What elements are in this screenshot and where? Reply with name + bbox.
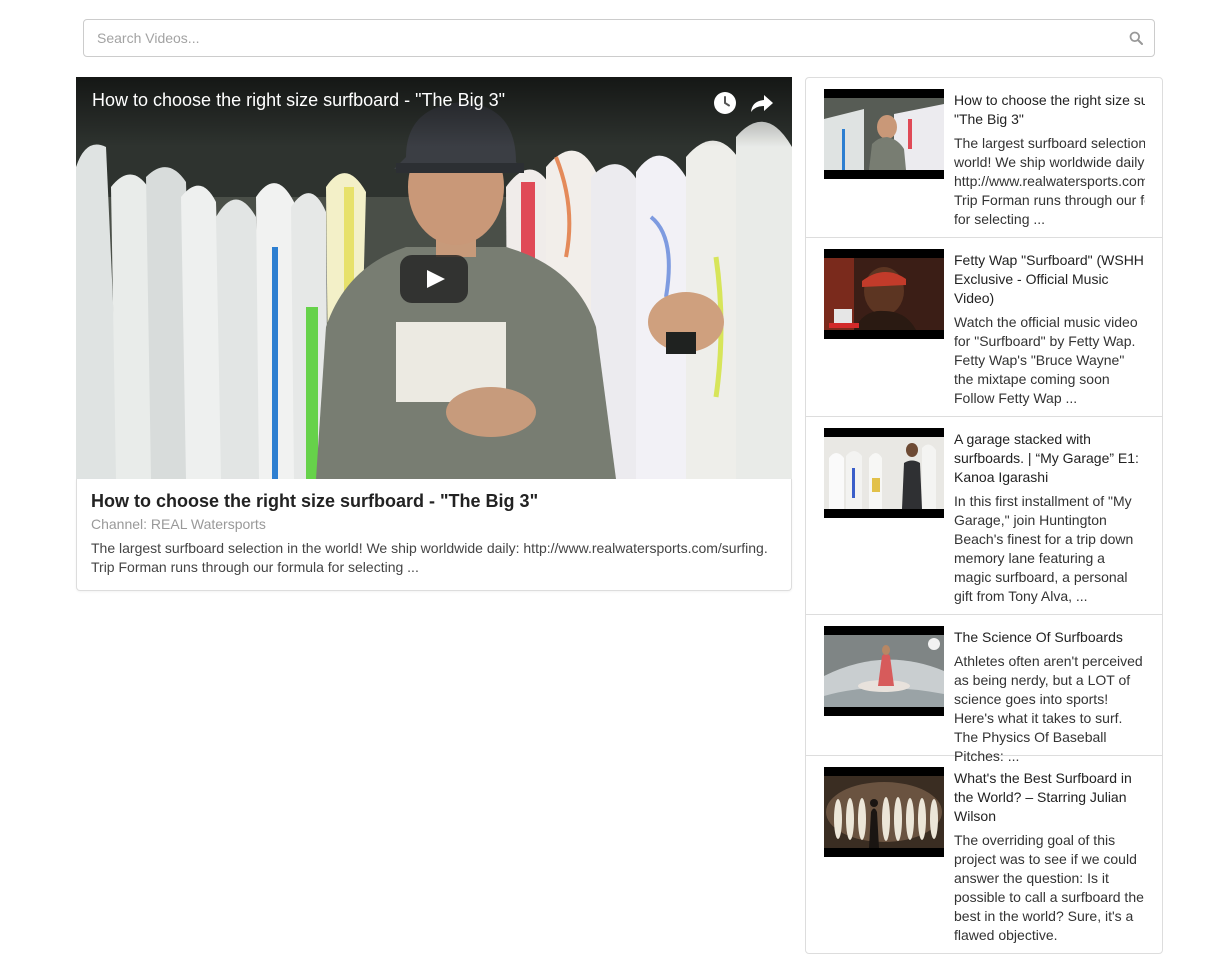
video-list-item[interactable]: What's the Best Surfboard in the World? … — [806, 756, 1162, 953]
video-list-item[interactable]: A garage stacked with surfboards. | “My … — [806, 417, 1162, 615]
video-list-item-title: How to choose the right size surfboard -… — [954, 92, 1145, 127]
video-list-item-description: Athletes often aren't perceived as being… — [954, 653, 1143, 764]
title-overlay — [76, 77, 792, 147]
video-title: How to choose the right size surfboard -… — [91, 491, 539, 511]
channel-name: Channel: REAL Watersports — [91, 516, 266, 532]
video-list-item-title: A garage stacked with surfboards. | “My … — [954, 431, 1139, 485]
video-list-item-description: Watch the official music video for "Surf… — [954, 314, 1138, 406]
video-details: How to choose the right size surfboard -… — [76, 479, 792, 591]
play-button[interactable] — [400, 255, 468, 303]
video-list-item[interactable]: How to choose the right size surfboard -… — [806, 78, 1162, 238]
video-thumbnail[interactable] — [824, 249, 944, 339]
video-list-item-title: What's the Best Surfboard in the World? … — [954, 770, 1132, 824]
share-icon[interactable] — [750, 91, 774, 115]
video-thumbnail[interactable] — [824, 428, 944, 518]
video-list-item-description: The overriding goal of this project was … — [954, 832, 1144, 943]
search-bar — [83, 19, 1155, 57]
player-overlay-title[interactable]: How to choose the right size surfboard -… — [92, 90, 505, 111]
video-list-item-description: In this first installment of "My Garage,… — [954, 493, 1134, 604]
search-icon[interactable] — [1129, 31, 1143, 45]
video-player[interactable]: How to choose the right size surfboard -… — [76, 77, 792, 479]
watch-later-icon[interactable] — [713, 91, 737, 115]
video-list-item[interactable]: The Science Of Surfboards Athletes often… — [806, 615, 1162, 764]
video-thumbnail[interactable] — [824, 767, 944, 857]
video-list-item-description: The largest surfboard selection in the w… — [954, 135, 1145, 227]
search-input[interactable] — [84, 20, 1097, 56]
video-description: The largest surfboard selection in the w… — [91, 540, 768, 575]
video-list-item[interactable]: Fetty Wap "Surfboard" (WSHH Exclusive - … — [806, 238, 1162, 417]
video-thumbnail[interactable] — [824, 89, 944, 179]
video-list-item-title: Fetty Wap "Surfboard" (WSHH Exclusive - … — [954, 252, 1144, 306]
video-list-item-title: The Science Of Surfboards — [954, 629, 1123, 645]
video-list: How to choose the right size surfboard -… — [805, 77, 1163, 954]
video-thumbnail[interactable] — [824, 626, 944, 716]
